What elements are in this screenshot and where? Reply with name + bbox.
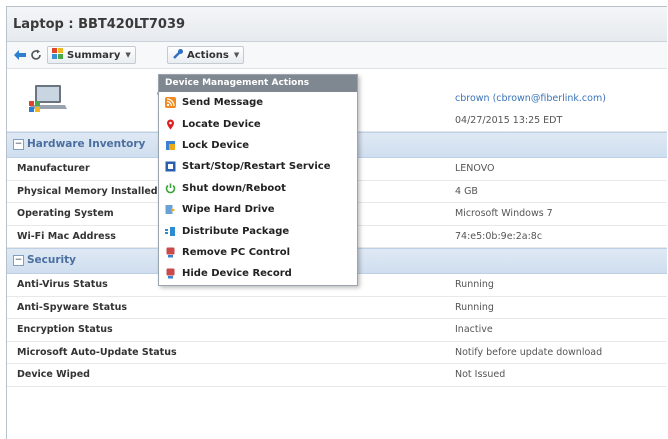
rss-icon [165, 97, 176, 109]
remove-control-icon [165, 247, 176, 258]
menu-header: Device Management Actions [159, 75, 357, 92]
actions-label: Actions [187, 49, 229, 61]
last-seen-date: 04/27/2015 13:25 EDT [455, 115, 563, 126]
menu-item-label: Wipe Hard Drive [182, 204, 275, 216]
title-bar: Laptop : BBT420LT7039 [7, 7, 667, 42]
hide-record-icon [165, 268, 176, 279]
menu-item-hide-device-record[interactable]: Hide Device Record [159, 263, 357, 284]
wrench-icon [172, 48, 184, 63]
table-row: Encryption Status Inactive [7, 319, 667, 342]
collapse-icon[interactable]: − [13, 139, 24, 150]
menu-item-label: Hide Device Record [182, 268, 292, 280]
chevron-down-icon: ▼ [125, 51, 131, 59]
row-value: LENOVO [455, 163, 495, 174]
section-title: Security [27, 254, 77, 266]
row-value: Not Issued [455, 369, 506, 380]
table-row: Device Wiped Not Issued [7, 364, 667, 387]
menu-items: Send Message Locate Device Lock Device Star… [159, 92, 357, 285]
row-value: Running [455, 279, 494, 290]
menu-item-label: Lock Device [182, 139, 250, 151]
menu-item-lock-device[interactable]: Lock Device [159, 135, 357, 156]
menu-item-label: Start/Stop/Restart Service [182, 161, 331, 173]
menu-item-label: Remove PC Control [182, 246, 291, 258]
row-value: Inactive [455, 324, 493, 335]
user-link[interactable]: cbrown (cbrown@fiberlink.com) [455, 93, 606, 104]
row-key: Anti-Virus Status [17, 279, 108, 290]
summary-button[interactable]: Summary ▼ [47, 46, 136, 64]
menu-item-wipe-hard-drive[interactable]: Wipe Hard Drive [159, 199, 357, 220]
menu-item-label: Shut down/Reboot [182, 182, 286, 194]
row-key: Device Wiped [17, 369, 90, 380]
row-value: Microsoft Windows 7 [455, 208, 553, 219]
toolbar: Summary ▼ Actions ▼ [7, 42, 667, 69]
laptop-icon [29, 83, 69, 117]
package-icon [165, 226, 176, 237]
actions-dropdown-menu: Device Management Actions Send Message Lo… [158, 74, 358, 286]
row-value: 4 GB [455, 185, 478, 197]
menu-item-shut-down-reboot[interactable]: Shut down/Reboot [159, 178, 357, 199]
section-title: Hardware Inventory [27, 138, 146, 150]
menu-item-locate-device[interactable]: Locate Device [159, 113, 357, 134]
refresh-icon[interactable] [30, 46, 42, 64]
menu-item-distribute-package[interactable]: Distribute Package [159, 220, 357, 241]
row-value: Running [455, 301, 494, 313]
wipe-icon [165, 204, 176, 215]
row-key: Microsoft Auto-Update Status [17, 346, 177, 358]
menu-item-send-message[interactable]: Send Message [159, 92, 357, 113]
service-icon [165, 161, 176, 172]
window-title: Laptop : BBT420LT7039 [13, 17, 186, 32]
actions-button[interactable]: Actions ▼ [167, 46, 245, 64]
row-key: Anti-Spyware Status [17, 301, 128, 313]
table-row: Anti-Spyware Status Running [7, 297, 667, 319]
summary-label: Summary [67, 49, 121, 61]
back-arrow-icon[interactable] [13, 46, 27, 64]
map-pin-icon [165, 119, 176, 130]
menu-item-start-stop-restart-service[interactable]: Start/Stop/Restart Service [159, 156, 357, 177]
row-key: Physical Memory Installed [17, 185, 158, 197]
summary-icon [52, 48, 64, 62]
power-icon [165, 183, 176, 194]
menu-item-label: Distribute Package [182, 225, 290, 237]
row-value: Notify before update download [455, 346, 603, 358]
row-value: 74:e5:0b:9e:2a:8c [455, 230, 543, 242]
collapse-icon[interactable]: − [13, 255, 24, 266]
security-rows: Anti-Virus Status Running Anti-Spyware Sta… [7, 274, 667, 387]
table-row: Microsoft Auto-Update Status Notify befor… [7, 342, 667, 364]
chevron-down-icon: ▼ [233, 51, 240, 59]
lock-icon [165, 140, 176, 151]
row-key: Manufacturer [17, 163, 90, 174]
menu-item-label: Locate Device [182, 118, 261, 130]
menu-item-remove-pc-control[interactable]: Remove PC Control [159, 242, 357, 263]
row-key: Operating System [17, 208, 114, 219]
row-key: Encryption Status [17, 324, 113, 335]
row-key: Wi-Fi Mac Address [17, 230, 116, 242]
menu-item-label: Send Message [182, 97, 264, 109]
